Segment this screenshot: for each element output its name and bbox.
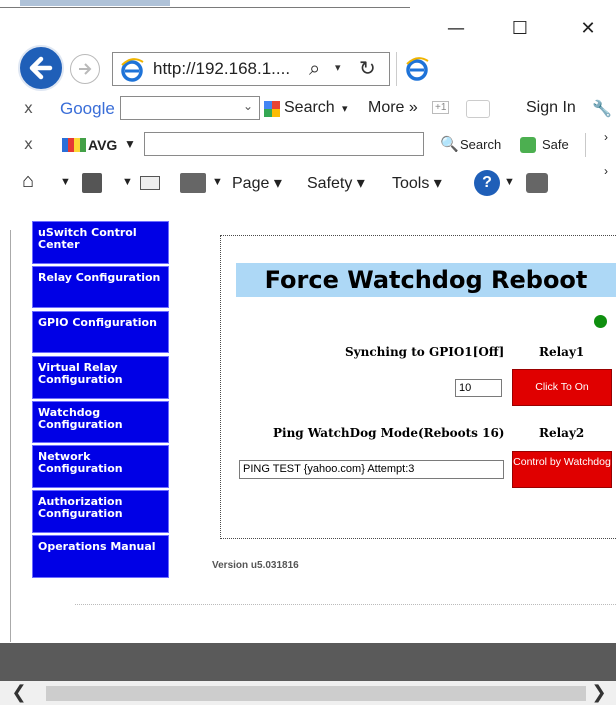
address-text: http://192.168.1.... [153,59,291,78]
chevron-down-icon[interactable]: ▼ [60,176,71,188]
relay2-ping-field[interactable]: PING TEST {yahoo.com} Attempt:3 [239,460,504,479]
shield-icon [520,137,536,153]
share-box[interactable] [466,100,490,118]
mail-icon[interactable] [140,176,160,190]
version-text: Version u5.031816 [212,560,299,571]
sidebar-item-operations-manual[interactable]: Operations Manual [32,535,169,578]
sidebar-item-network-config[interactable]: Network Configuration [32,445,169,488]
relay2-status-text: Ping WatchDog Mode(Reboots 16) [273,426,505,440]
print-icon[interactable] [180,173,206,193]
relay1-toggle-button[interactable]: Click To On [512,369,612,406]
tools-menu-label: Tools [392,175,430,192]
minimize-button[interactable]: — [436,14,476,44]
forward-arrow-icon [79,63,92,75]
scroll-left-icon[interactable]: ❮ [4,681,34,705]
chevron-down-icon[interactable]: ▼ [212,176,223,188]
google-logo: Google [60,99,115,118]
address-bar[interactable]: http://192.168.1.... ⌕ ▾ ↻ [112,52,390,86]
page-menu-label: Page [232,175,270,192]
relay1-status-text: Synching to GPIO1[Off] [345,345,505,359]
close-avg-toolbar[interactable]: x [24,135,33,153]
chevron-down-icon[interactable]: ▼ [504,176,515,188]
google-search-button[interactable]: Search [284,99,335,117]
safety-menu-label: Safety [307,175,353,192]
chevron-down-icon[interactable]: ▾ [342,102,348,115]
dropdown-chevron-icon[interactable]: ▾ [335,61,341,74]
safety-menu[interactable]: Safety ▾ [307,173,365,193]
more-button[interactable]: More » [368,99,418,117]
sidebar-item-virtual-relay-config[interactable]: Virtual Relay Configuration [32,356,169,399]
ie-tab-icon [406,57,429,81]
search-icon: 🔍 [440,136,459,153]
sidebar-item-gpio-config[interactable]: GPIO Configuration [32,311,169,353]
close-google-toolbar[interactable]: x [24,99,33,117]
close-button[interactable]: ✕ [568,14,608,44]
page-title: Force Watchdog Reboot [236,263,616,297]
refresh-icon[interactable]: ↻ [359,56,376,80]
chevron-down-icon[interactable]: ▼ [122,176,133,188]
relay1-value-input[interactable]: 10 [455,379,502,397]
avg-logo: AVG [88,137,118,153]
relay2-watchdog-button[interactable]: Control by Watchdog [512,451,612,488]
divider [75,604,616,605]
sidebar-item-relay-config[interactable]: Relay Configuration [32,266,169,308]
scrollbar-thumb[interactable] [46,686,586,701]
research-icon[interactable] [526,173,548,193]
avg-toolbar: x AVG ▼ 🔍 Search Safe › [0,126,616,164]
google-search-input[interactable]: ⌄ [120,96,260,120]
sidebar-item-watchdog-config[interactable]: Watchdog Configuration [32,401,169,443]
page-menu[interactable]: Page ▾ [232,173,282,193]
tools-menu[interactable]: Tools ▾ [392,173,442,193]
status-indicator [594,315,607,328]
back-arrow-icon [29,56,53,80]
browser-tab[interactable] [396,52,436,86]
forward-button[interactable] [70,54,100,84]
help-icon[interactable]: ? [474,170,500,196]
tab-strip [0,0,410,8]
home-icon[interactable]: ⌂ [22,170,34,193]
rss-feed-icon[interactable] [82,173,102,193]
chevron-down-icon[interactable]: ⌄ [243,99,253,113]
chevron-right-icon[interactable]: › [604,130,608,144]
sign-in-link[interactable]: Sign In [526,99,576,117]
status-bar-area [0,643,616,681]
sidebar-item-control-center[interactable]: uSwitch Control Center [32,221,169,264]
relay2-heading: Relay2 [539,426,585,440]
maximize-button[interactable]: ☐ [500,14,540,44]
chevron-down-icon[interactable]: ▼ [124,137,136,151]
avg-search-input[interactable] [144,132,424,156]
plus-one-badge[interactable]: +1 [432,101,450,114]
command-bar: ⌂ ▼ ▼ ▼ Page ▾ Safety ▾ Tools ▾ ? ▼ › [0,164,616,202]
google-toolbar: x Google ⌄ Search ▾ More » +1 Sign In 🔧 [0,90,616,128]
scroll-right-icon[interactable]: ❯ [584,681,614,705]
avg-logo-icon [62,138,86,152]
relay1-heading: Relay1 [539,345,585,359]
google-search-icon [264,101,280,117]
chevron-right-icon[interactable]: › [604,164,608,178]
back-button[interactable] [18,45,64,91]
wrench-icon[interactable]: 🔧 [592,99,612,119]
ie-page-icon [121,58,144,82]
safe-status[interactable]: Safe [542,137,569,152]
sidebar-item-authorization-config[interactable]: Authorization Configuration [32,490,169,533]
avg-search-button[interactable]: Search [460,137,501,152]
search-icon[interactable]: ⌕ [309,56,320,80]
